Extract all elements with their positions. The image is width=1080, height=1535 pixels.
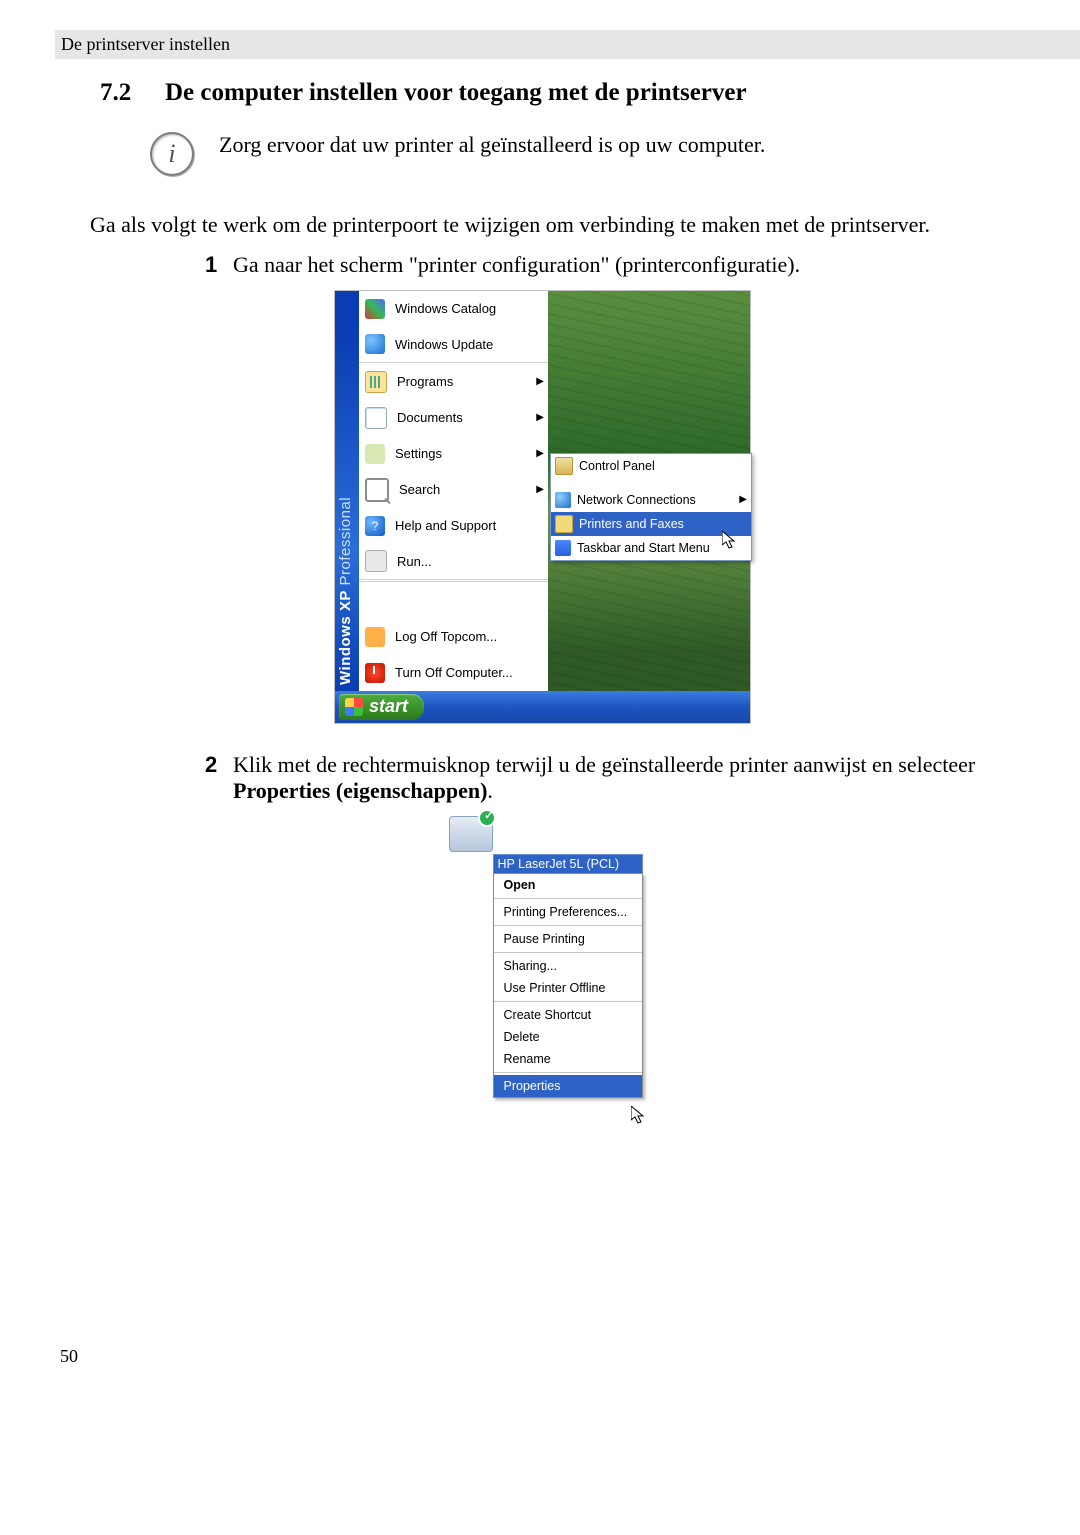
- section-number: 7.2: [100, 79, 165, 107]
- ctx-pause-printing[interactable]: Pause Printing: [494, 928, 642, 950]
- ctx-sharing[interactable]: Sharing...: [494, 955, 642, 977]
- context-menu-screenshot: HP LaserJet 5L (PCL) Open Printing Prefe…: [443, 816, 643, 1126]
- step-1-text: Ga naar het scherm "printer configuratio…: [233, 252, 1025, 278]
- page-number: 50: [60, 1346, 1025, 1367]
- running-header: De printserver instellen: [55, 30, 1080, 59]
- documents-icon: [365, 407, 387, 429]
- printer-context-menu: Open Printing Preferences... Pause Print…: [493, 873, 643, 1098]
- chevron-right-icon: ▶: [536, 484, 544, 495]
- ctx-printing-preferences[interactable]: Printing Preferences...: [494, 901, 642, 923]
- cursor-icon: [722, 531, 738, 551]
- chevron-right-icon: ▶: [536, 448, 544, 459]
- info-icon: i: [150, 132, 194, 176]
- menu-documents[interactable]: Documents▶: [359, 400, 548, 436]
- menu-windows-catalog[interactable]: Windows Catalog: [359, 291, 548, 327]
- printer-device-icon[interactable]: [449, 816, 493, 852]
- intro-paragraph: Ga als volgt te werk om de printerpoort …: [90, 211, 1025, 240]
- chevron-right-icon: ▶: [739, 494, 747, 505]
- ctx-rename[interactable]: Rename: [494, 1048, 642, 1070]
- help-icon: ?: [365, 516, 385, 536]
- step-1-number: 1: [205, 252, 233, 278]
- settings-icon: [365, 444, 385, 464]
- programs-icon: [365, 371, 387, 393]
- cursor-icon: [631, 1106, 647, 1126]
- menu-windows-update[interactable]: Windows Update: [359, 327, 548, 363]
- ctx-delete[interactable]: Delete: [494, 1026, 642, 1048]
- step-2-text: Klik met de rechtermuisknop terwijl u de…: [233, 752, 1025, 804]
- windows-flag-icon: [345, 698, 363, 716]
- control-panel-icon: [555, 457, 573, 475]
- menu-run[interactable]: Run...: [359, 544, 548, 580]
- ctx-use-offline[interactable]: Use Printer Offline: [494, 977, 642, 999]
- menu-turnoff[interactable]: Turn Off Computer...: [359, 655, 548, 691]
- start-menu-screenshot: Windows XP Professional Windows Catalog …: [334, 290, 751, 724]
- menu-logoff[interactable]: Log Off Topcom...: [359, 619, 548, 655]
- submenu-taskbar[interactable]: Taskbar and Start Menu: [551, 536, 751, 560]
- submenu-control-panel[interactable]: Control Panel: [551, 454, 751, 478]
- menu-programs[interactable]: Programs▶: [359, 364, 548, 400]
- step-2-number: 2: [205, 752, 233, 804]
- flag-icon: [365, 299, 385, 319]
- info-note-text: Zorg ervoor dat uw printer al geïnstalle…: [219, 132, 765, 158]
- ctx-create-shortcut[interactable]: Create Shortcut: [494, 1004, 642, 1026]
- submenu-network[interactable]: Network Connections▶: [551, 488, 751, 512]
- step-2: 2 Klik met de rechtermuisknop terwijl u …: [205, 752, 1025, 804]
- printer-icon: [555, 515, 573, 533]
- taskbar: start: [335, 691, 750, 723]
- info-note: i Zorg ervoor dat uw printer al geïnstal…: [150, 132, 1025, 176]
- chevron-right-icon: ▶: [536, 412, 544, 423]
- menu-help[interactable]: ?Help and Support: [359, 508, 548, 544]
- ctx-open[interactable]: Open: [494, 874, 642, 896]
- run-icon: [365, 550, 387, 572]
- section-heading: 7.2 De computer instellen voor toegang m…: [100, 79, 1025, 107]
- search-icon: [365, 478, 389, 502]
- start-menu-brand-strip: Windows XP Professional: [335, 291, 359, 691]
- section-title-text: De computer instellen voor toegang met d…: [165, 79, 747, 107]
- logoff-icon: [365, 627, 385, 647]
- menu-settings[interactable]: Settings▶: [359, 436, 548, 472]
- desktop-background: Control Panel Network Connections▶ Print…: [548, 291, 750, 691]
- menu-search[interactable]: Search▶: [359, 472, 548, 508]
- ctx-properties[interactable]: Properties: [494, 1075, 642, 1097]
- printer-name-label: HP LaserJet 5L (PCL): [493, 854, 643, 873]
- submenu-printers-faxes[interactable]: Printers and Faxes: [551, 512, 751, 536]
- taskbar-icon: [555, 540, 571, 556]
- chevron-right-icon: ▶: [536, 376, 544, 387]
- network-icon: [555, 492, 571, 508]
- step-1: 1 Ga naar het scherm "printer configurat…: [205, 252, 1025, 278]
- start-button[interactable]: start: [339, 694, 424, 720]
- start-menu-column: Windows Catalog Windows Update Programs▶…: [359, 291, 548, 691]
- globe-icon: [365, 334, 385, 354]
- power-icon: [365, 663, 385, 683]
